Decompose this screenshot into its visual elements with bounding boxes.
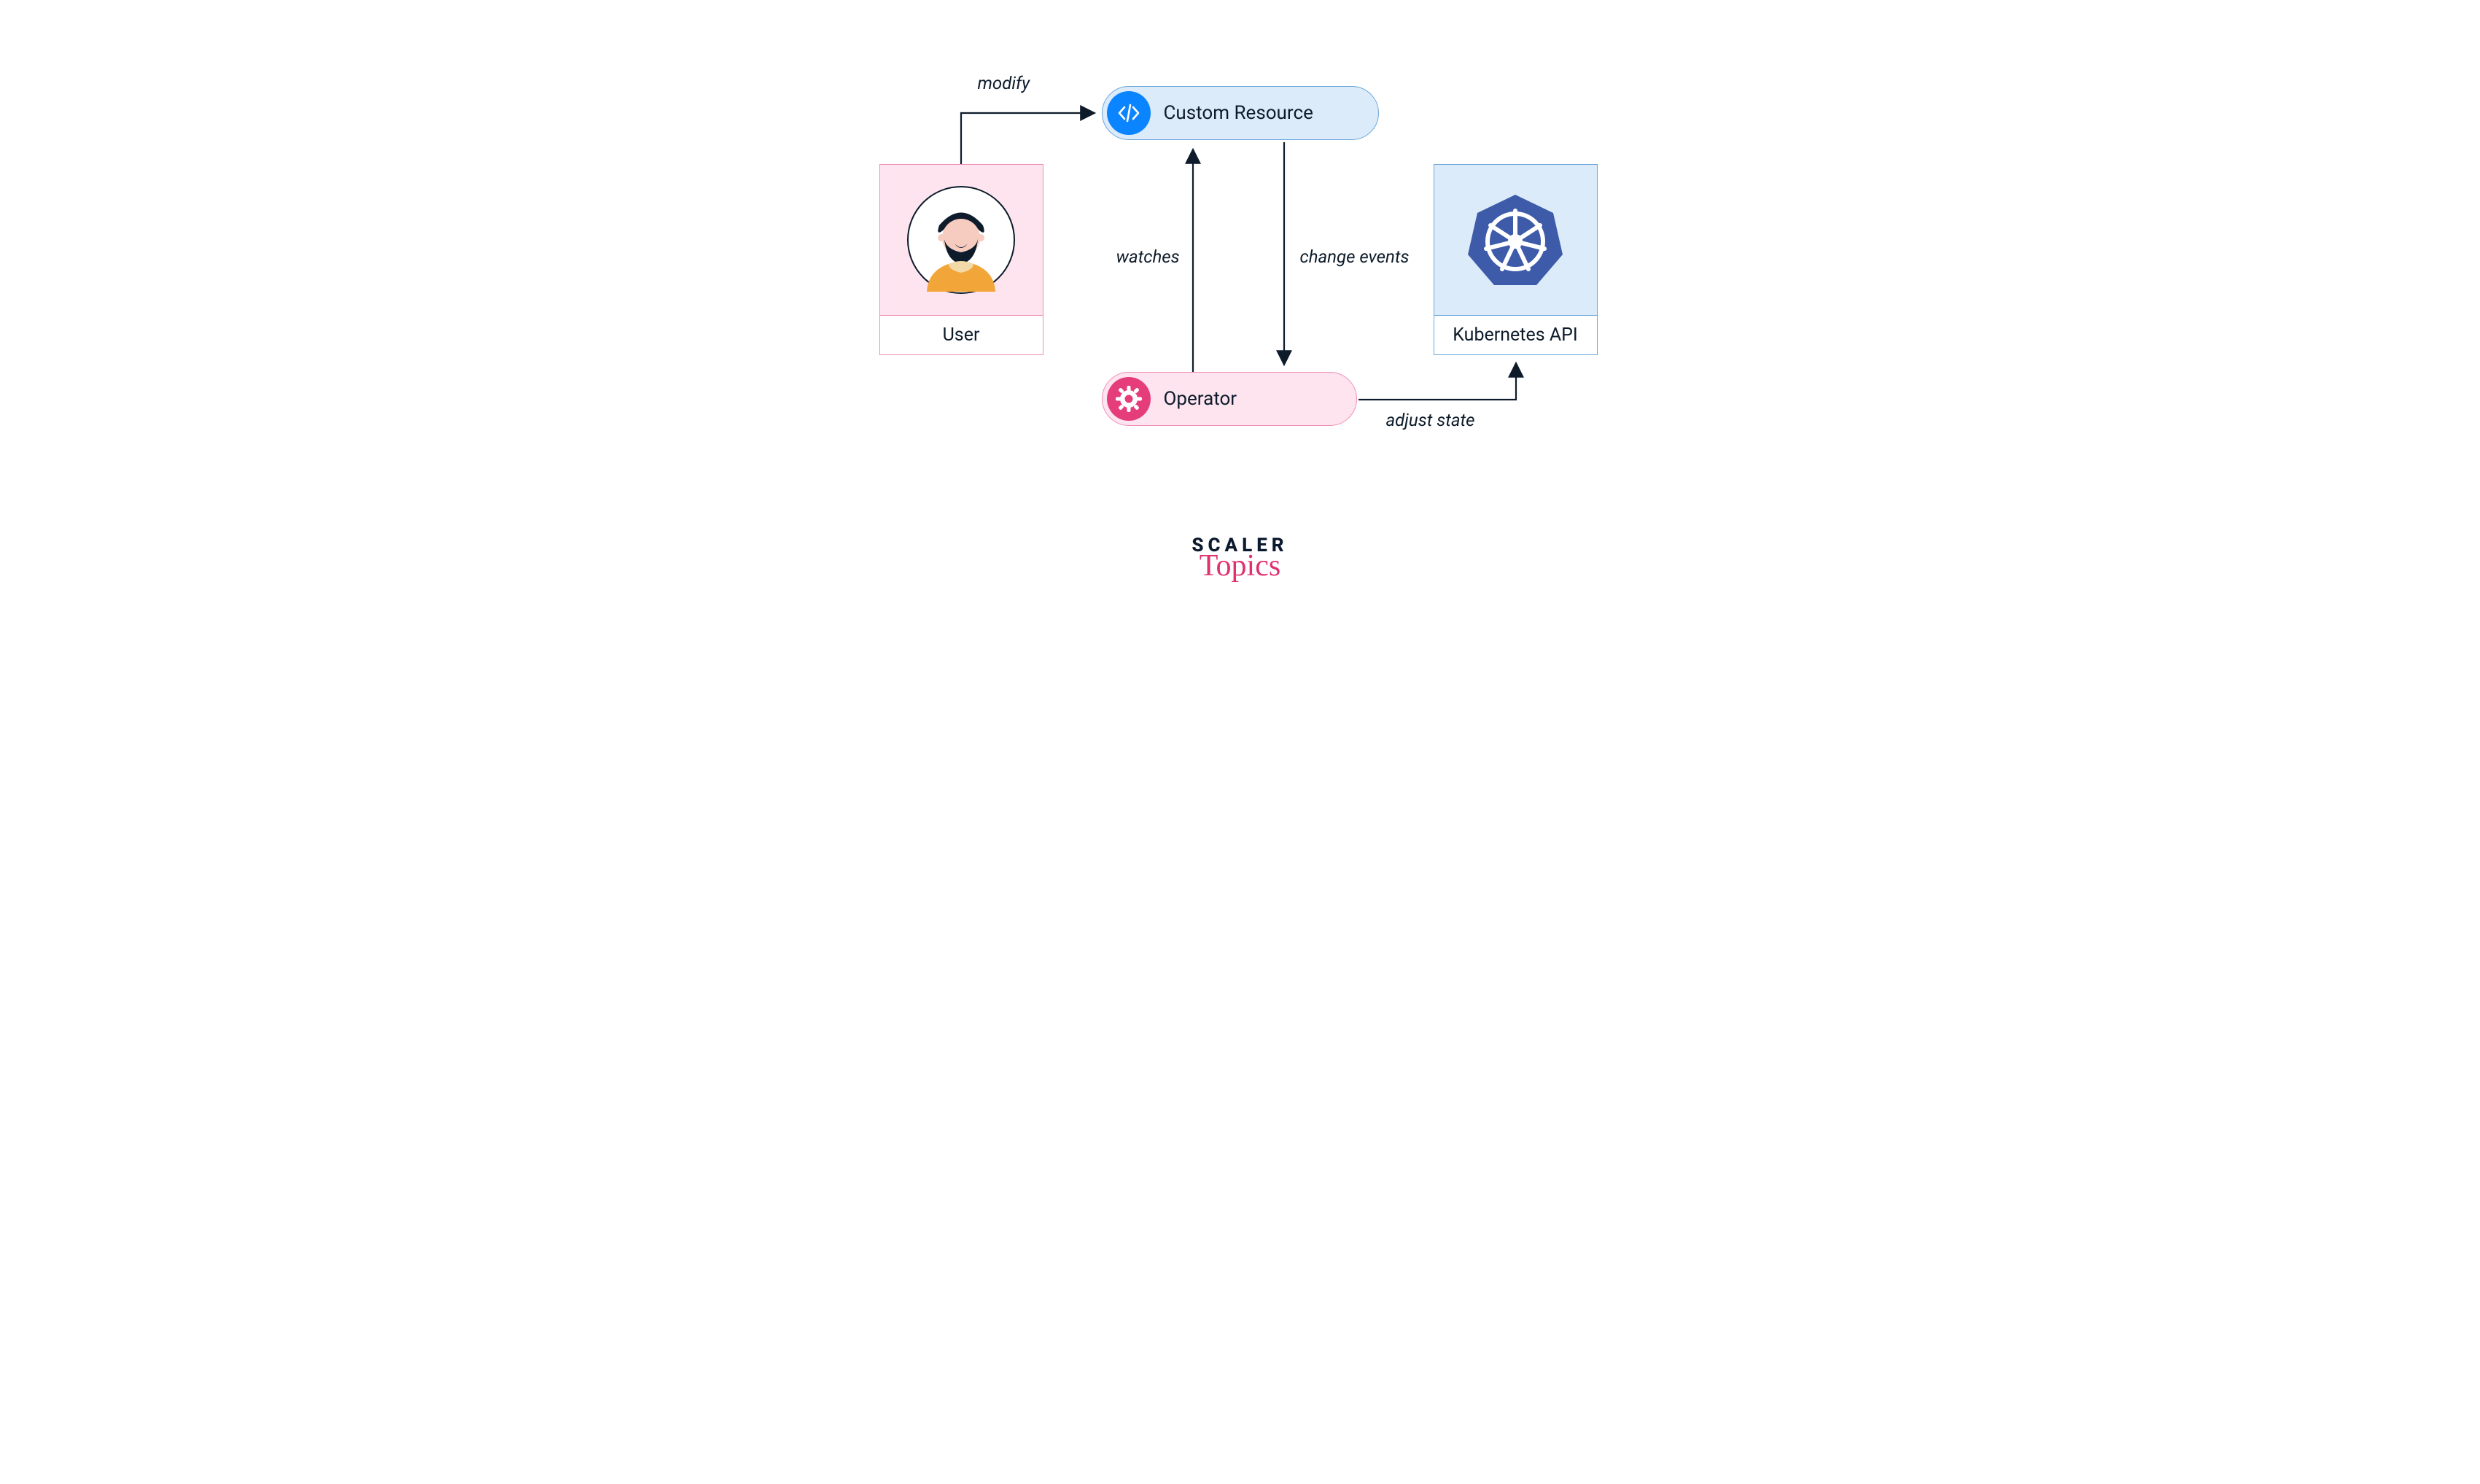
edge-adjust-state xyxy=(1358,363,1516,400)
label-change-events: change events xyxy=(1300,246,1410,267)
footer-brand: SCALER Topics xyxy=(1192,536,1288,581)
label-modify: modify xyxy=(978,73,1030,93)
arrows-layer xyxy=(730,0,1751,610)
diagram-canvas: User Custom Resource xyxy=(730,0,1751,610)
label-watches: watches xyxy=(1116,246,1180,267)
label-adjust-state: adjust state xyxy=(1386,410,1475,430)
brand-topics: Topics xyxy=(1192,551,1288,581)
edge-modify xyxy=(961,113,1095,164)
